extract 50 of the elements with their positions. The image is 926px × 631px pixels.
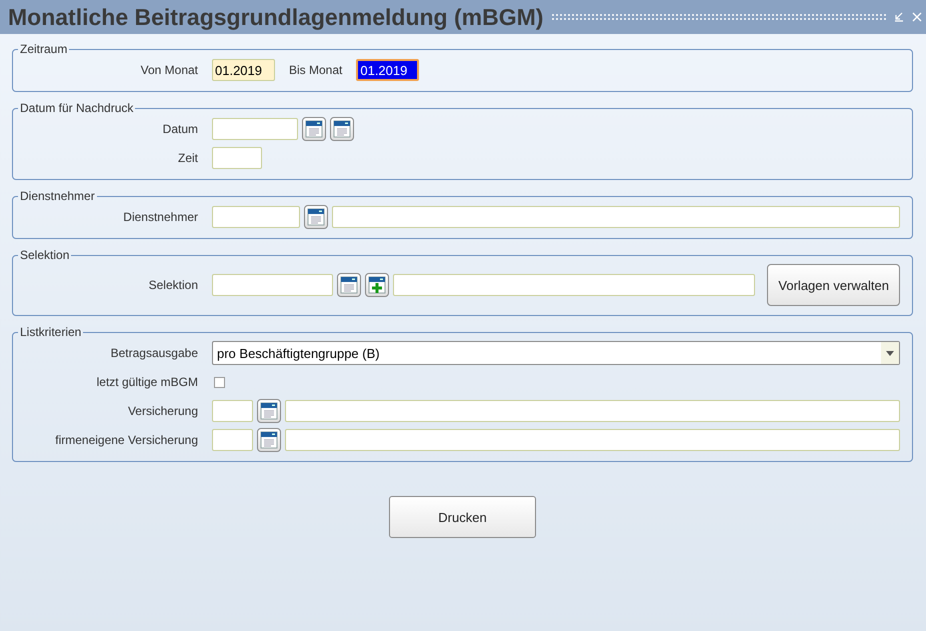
- field-label: Betragsausgabe: [110, 346, 199, 360]
- field-label: Von Monat: [140, 63, 199, 77]
- input-field[interactable]: [212, 400, 253, 422]
- lookup-button[interactable]: [302, 117, 326, 141]
- checkbox[interactable]: [214, 376, 225, 388]
- notepad-icon: [304, 119, 324, 139]
- plus-icon: [367, 275, 387, 295]
- input-field[interactable]: [285, 429, 900, 451]
- lookup-button[interactable]: [337, 273, 361, 297]
- field-label: Zeit: [176, 151, 199, 165]
- input-field[interactable]: [285, 400, 900, 422]
- notepad-icon: [259, 430, 279, 450]
- field-label: firmeneigene Versicherung: [54, 433, 199, 447]
- group-title: Zeitraum: [19, 42, 68, 56]
- lookup-button[interactable]: [304, 205, 328, 229]
- minimize-icon[interactable]: [894, 12, 904, 22]
- field-label: Datum: [162, 122, 199, 136]
- group-title: Listkriterien: [19, 325, 82, 339]
- group-title: Datum für Nachdruck: [19, 101, 134, 115]
- input-field[interactable]: [393, 274, 756, 296]
- input-field[interactable]: [212, 274, 333, 296]
- input-field[interactable]: [212, 147, 262, 169]
- field-label: Versicherung: [126, 404, 199, 418]
- notepad-icon: [306, 207, 326, 227]
- group-title: Selektion: [19, 248, 70, 262]
- notepad-icon: [259, 401, 279, 421]
- input-field[interactable]: [212, 206, 300, 228]
- field-label: Dienstnehmer: [122, 210, 199, 224]
- print-button[interactable]: Drucken: [389, 496, 536, 538]
- lookup-button[interactable]: [257, 399, 281, 423]
- notepad-icon: [332, 119, 352, 139]
- group-title: Dienstnehmer: [19, 189, 96, 203]
- close-icon[interactable]: [912, 12, 922, 22]
- field-label: Selektion: [148, 278, 199, 292]
- input-field[interactable]: [212, 118, 298, 140]
- dropdown-value: pro Beschäftigtengruppe (B): [216, 346, 381, 360]
- month-field[interactable]: 01.2019: [356, 59, 420, 81]
- input-field[interactable]: [212, 429, 253, 451]
- notepad-icon: [339, 275, 359, 295]
- input-field[interactable]: [332, 206, 900, 228]
- month-field[interactable]: 01.2019: [212, 59, 275, 81]
- dropdown[interactable]: pro Beschäftigtengruppe (B): [212, 341, 900, 365]
- field-label: Bis Monat: [288, 63, 344, 77]
- add-button[interactable]: [365, 273, 389, 297]
- lookup-button[interactable]: [330, 117, 354, 141]
- lookup-button[interactable]: [257, 428, 281, 452]
- field-label: letzt gültige mBGM: [96, 375, 199, 389]
- manage-templates-button[interactable]: Vorlagen verwalten: [767, 264, 900, 306]
- dropdown-arrow-icon: [886, 350, 894, 356]
- window-title: Monatliche Beitragsgrundlagenmeldung (mBGM): [8, 4, 544, 30]
